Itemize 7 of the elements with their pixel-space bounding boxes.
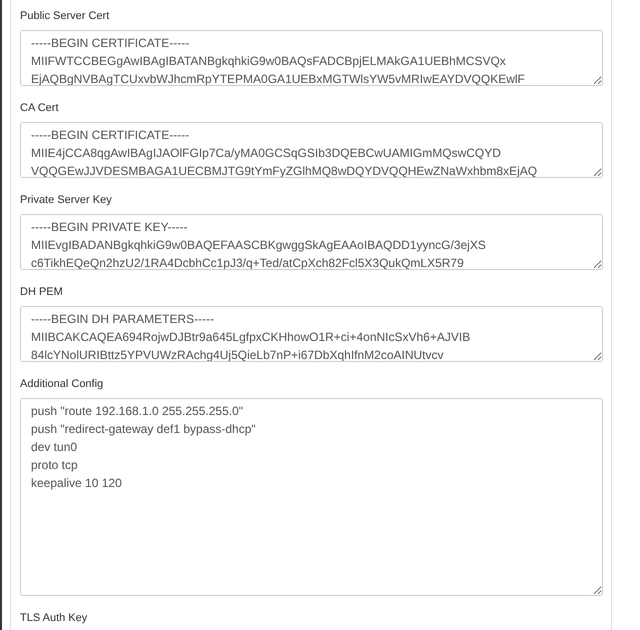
field-label: Public Server Cert: [20, 9, 110, 23]
field-label: TLS Auth Key: [20, 611, 88, 625]
field-label: CA Cert: [20, 101, 60, 115]
field-label: Private Server Key: [20, 193, 113, 207]
text-area[interactable]: push "route 192.168.1.0 255.255.255.0" push "redirect-gateway def1 bypass-dhcp" dev tun0 proto tcp keepalive 10 120: [20, 398, 603, 596]
field-label: DH PEM: [20, 285, 64, 299]
field-label: Additional Config: [20, 377, 104, 391]
